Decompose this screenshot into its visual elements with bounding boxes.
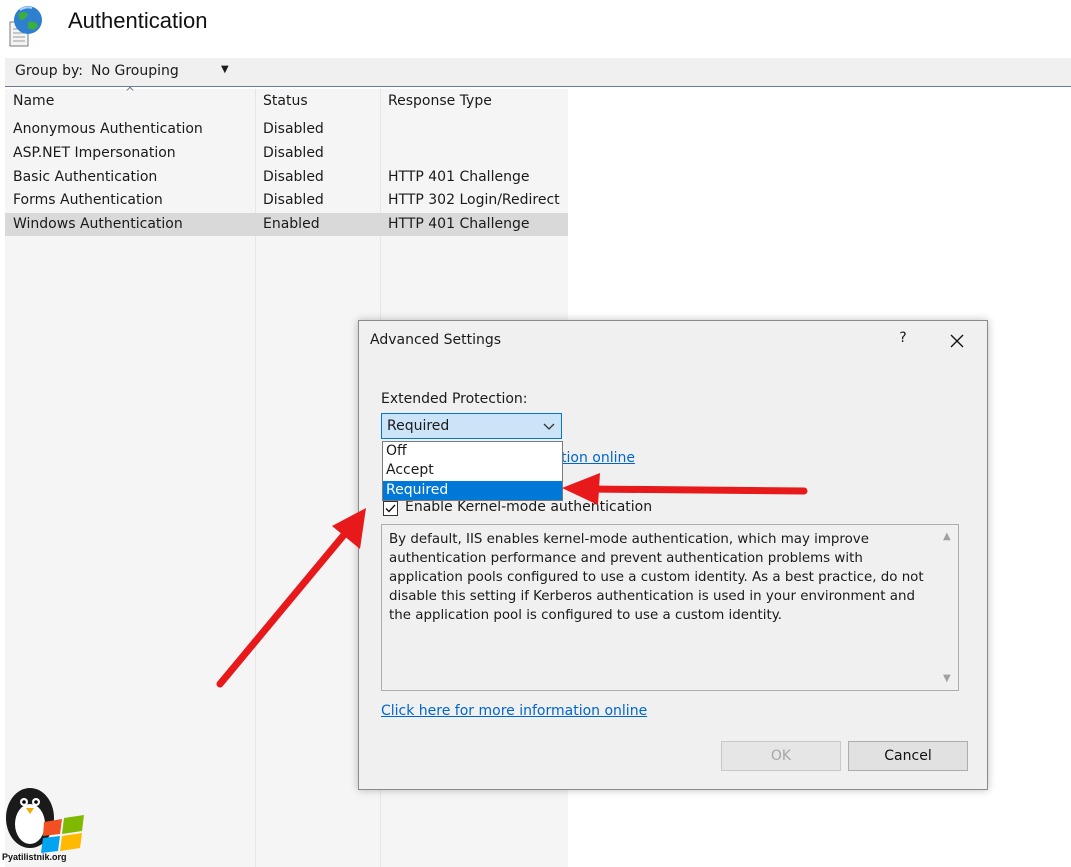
group-by-label: Group by: [15,63,83,79]
option-required[interactable]: Required [383,481,562,500]
extended-protection-select[interactable]: Required [381,413,562,439]
cancel-button[interactable]: Cancel [848,741,968,771]
option-accept[interactable]: Accept [383,461,562,480]
more-info-link-partial[interactable]: tion online [561,450,635,466]
page-title: Authentication [68,8,208,33]
row-status: Disabled [263,192,324,208]
scroll-up-icon[interactable]: ▲ [943,531,951,542]
row-name: Anonymous Authentication [13,121,203,137]
kernel-mode-label[interactable]: Enable Kernel-mode authentication [405,499,652,515]
penguin-windows-logo-icon [6,788,84,853]
row-status: Disabled [263,145,324,161]
column-header-name[interactable]: Name [13,93,54,109]
table-row-selected[interactable]: Windows Authentication Enabled HTTP 401 … [5,213,568,236]
row-response-type: HTTP 302 Login/Redirect [388,192,560,208]
option-off-label: Off [386,443,407,459]
ok-button[interactable]: OK [721,741,841,771]
option-off[interactable]: Off [383,442,562,461]
extended-protection-value: Required [387,418,450,434]
kernel-mode-checkbox[interactable] [383,501,398,516]
row-name: ASP.NET Impersonation [13,145,176,161]
dropdown-arrow-icon[interactable]: ▼ [221,64,229,75]
group-by-value[interactable]: No Grouping [91,63,179,79]
description-scrollbar[interactable]: ▲ ▼ [939,525,958,690]
column-header-status[interactable]: Status [263,93,308,109]
row-status: Disabled [263,169,324,185]
more-info-link[interactable]: Click here for more information online [381,703,647,719]
row-response-type: HTTP 401 Challenge [388,216,530,232]
sort-ascending-icon: ^ [125,85,136,99]
dialog-title: Advanced Settings [370,332,502,348]
iis-globe-document-icon [9,6,42,47]
watermark-text: Pyatilistnik.org [2,852,67,862]
table-row[interactable]: ASP.NET Impersonation Disabled [5,142,568,165]
group-by-toolbar: Group by: No Grouping ▼ [5,58,1071,87]
advanced-settings-dialog: Advanced Settings ? Extended Protection:… [358,320,988,790]
help-button[interactable]: ? [893,330,913,352]
close-icon[interactable] [945,329,969,353]
row-response-type: HTTP 401 Challenge [388,169,530,185]
scroll-down-icon[interactable]: ▼ [943,673,951,684]
description-text: By default, IIS enables kernel-mode auth… [389,532,924,623]
row-name: Forms Authentication [13,192,163,208]
watermark-logo: Pyatilistnik.org [0,778,88,867]
extended-protection-label: Extended Protection: [381,391,528,407]
option-required-label: Required [386,482,449,498]
option-accept-label: Accept [386,462,434,478]
extended-protection-dropdown: Off Accept Required [382,441,563,501]
table-row[interactable]: Forms Authentication Disabled HTTP 302 L… [5,189,568,212]
row-status: Disabled [263,121,324,137]
chevron-down-icon [543,423,555,430]
checkmark-icon [385,504,396,513]
row-status: Enabled [263,216,320,232]
row-name: Windows Authentication [13,216,183,232]
column-header-response-type[interactable]: Response Type [388,93,492,109]
table-row[interactable]: Anonymous Authentication Disabled [5,118,568,141]
page-header: Authentication [0,0,1071,56]
row-name: Basic Authentication [13,169,158,185]
table-row[interactable]: Basic Authentication Disabled HTTP 401 C… [5,166,568,189]
description-textbox[interactable]: By default, IIS enables kernel-mode auth… [381,524,959,691]
